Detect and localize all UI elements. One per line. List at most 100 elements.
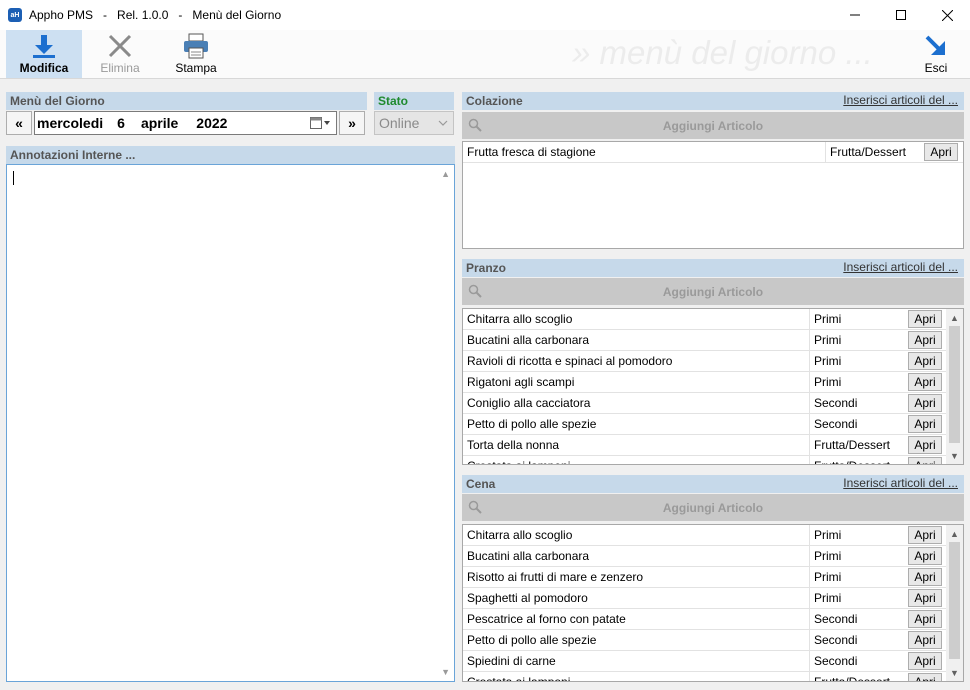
apri-button[interactable]: Apri [908, 568, 942, 586]
scroll-down-icon[interactable]: ▼ [946, 447, 963, 464]
next-day-button[interactable]: » [339, 111, 365, 135]
apri-button[interactable]: Apri [908, 631, 942, 649]
scroll-thumb[interactable] [949, 542, 960, 659]
date-year: 2022 [196, 115, 228, 131]
apri-button[interactable]: Apri [908, 526, 942, 544]
elimina-label: Elimina [100, 61, 140, 75]
apri-button[interactable]: Apri [908, 589, 942, 607]
stato-select[interactable]: Online [374, 111, 454, 135]
stato-value: Online [379, 115, 420, 131]
scroll-down-icon[interactable]: ▼ [946, 664, 963, 681]
list-item[interactable]: Bucatini alla carbonara Primi Apri [463, 330, 963, 351]
window-title: Appho PMS - Rel. 1.0.0 - Menù del Giorno [29, 8, 282, 22]
colazione-add-article-bar[interactable]: Aggiungi Articolo [462, 112, 964, 139]
colazione-add-article-label: Aggiungi Articolo [662, 118, 764, 133]
apri-button[interactable]: Apri [908, 310, 942, 328]
item-category: Primi [809, 372, 841, 392]
date-month: aprile [140, 115, 179, 131]
prev-day-button[interactable]: « [6, 111, 32, 135]
colazione-inserisci-link[interactable]: Inserisci articoli del ... [843, 93, 958, 107]
esci-button[interactable]: Esci [904, 30, 968, 78]
toolbar: Modifica Elimina Stampa » menù del giorn… [0, 30, 970, 79]
stato-header: Stato [374, 92, 454, 110]
item-category: Primi [809, 567, 841, 587]
pranzo-header: Pranzo Inserisci articoli del ... [462, 259, 964, 277]
cena-add-article-bar[interactable]: Aggiungi Articolo [462, 494, 964, 521]
scroll-up-icon[interactable]: ▲ [946, 525, 963, 542]
item-name: Crostata ai lamponi [467, 459, 570, 464]
item-name: Rigatoni agli scampi [467, 375, 575, 389]
scroll-down-icon[interactable]: ▼ [441, 667, 450, 677]
cena-inserisci-link[interactable]: Inserisci articoli del ... [843, 476, 958, 490]
page-watermark: » menù del giorno ... [572, 34, 873, 71]
minimize-icon [850, 14, 860, 16]
cena-header: Cena Inserisci articoli del ... [462, 475, 964, 493]
close-window-button[interactable] [924, 0, 970, 30]
list-item[interactable]: Frutta fresca di stagione Frutta/Dessert A… [463, 142, 963, 163]
list-item[interactable]: Spaghetti al pomodoro Primi Apri [463, 588, 963, 609]
date-picker[interactable]: mercoledi 6 aprile 2022 [34, 111, 337, 135]
scroll-thumb[interactable] [949, 326, 960, 443]
magnifier-icon [468, 284, 482, 298]
item-category: Primi [809, 309, 841, 329]
item-name: Crostata ai lamponi [467, 675, 571, 682]
date-day: 6 [117, 115, 125, 131]
modifica-button[interactable]: Modifica [6, 30, 82, 78]
vertical-scrollbar[interactable]: ▲ ▼ [946, 525, 963, 681]
item-name: Risotto ai frutti di mare e zenzero [467, 570, 644, 584]
list-item[interactable]: Chitarra allo scoglio Primi Apri [463, 525, 963, 546]
stampa-button[interactable]: Stampa [158, 30, 234, 78]
magnifier-icon [468, 118, 482, 132]
pranzo-inserisci-link[interactable]: Inserisci articoli del ... [843, 260, 958, 274]
apri-button[interactable]: Apri [924, 143, 958, 161]
apri-button[interactable]: Apri [908, 652, 942, 670]
maximize-button[interactable] [878, 0, 924, 30]
scroll-up-icon[interactable]: ▲ [441, 169, 450, 179]
annotazioni-textarea[interactable]: ▲ ▼ [6, 164, 455, 682]
list-item[interactable]: Ravioli di ricotta e spinaci al pomodoro… [463, 351, 963, 372]
list-item[interactable]: Spiedini di carne Secondi Apri [463, 651, 963, 672]
list-item[interactable]: Risotto ai frutti di mare e zenzero Primi… [463, 567, 963, 588]
pranzo-list: Chitarra allo scoglio Primi Apri Bucatini a… [462, 308, 964, 465]
item-category: Secondi [809, 609, 857, 629]
list-item[interactable]: Petto di pollo alle spezie Secondi Apri [463, 630, 963, 651]
list-item[interactable]: Crostata ai lamponi Frutta/Dessert Apri [463, 456, 963, 464]
pranzo-add-article-bar[interactable]: Aggiungi Articolo [462, 278, 964, 305]
apri-button[interactable]: Apri [908, 457, 942, 464]
apri-button[interactable]: Apri [908, 373, 942, 391]
list-item[interactable]: Petto di pollo alle spezie Secondi Apri [463, 414, 963, 435]
item-category: Secondi [809, 393, 857, 413]
elimina-button[interactable]: Elimina [82, 30, 158, 78]
minimize-button[interactable] [832, 0, 878, 30]
modifica-label: Modifica [19, 61, 69, 75]
apri-button[interactable]: Apri [908, 547, 942, 565]
list-item[interactable]: Crostata ai lamponi Frutta/Dessert Apri [463, 672, 963, 682]
apri-button[interactable]: Apri [908, 610, 942, 628]
magnifier-icon [468, 500, 482, 514]
stampa-label: Stampa [175, 61, 217, 75]
cena-list: Chitarra allo scoglio Primi Apri Bucatini a… [462, 524, 964, 682]
list-item[interactable]: Pescatrice al forno con patate Secondi Apr… [463, 609, 963, 630]
vertical-scrollbar[interactable]: ▲ ▼ [946, 309, 963, 464]
colazione-header: Colazione Inserisci articoli del ... [462, 92, 964, 110]
item-category: Frutta/Dessert [809, 435, 890, 455]
apri-button[interactable]: Apri [908, 673, 942, 681]
apri-button[interactable]: Apri [908, 415, 942, 433]
scroll-up-icon[interactable]: ▲ [946, 309, 963, 326]
chevron-down-icon [438, 120, 448, 126]
apri-button[interactable]: Apri [908, 352, 942, 370]
list-item[interactable]: Coniglio alla cacciatora Secondi Apri [463, 393, 963, 414]
item-category: Frutta/Dessert [809, 456, 890, 464]
apri-button[interactable]: Apri [908, 436, 942, 454]
list-item[interactable]: Bucatini alla carbonara Primi Apri [463, 546, 963, 567]
list-item[interactable]: Chitarra allo scoglio Primi Apri [463, 309, 963, 330]
calendar-icon[interactable] [310, 116, 332, 130]
list-item[interactable]: Torta della nonna Frutta/Dessert Apri [463, 435, 963, 456]
item-category: Frutta/Dessert [825, 142, 906, 162]
list-item[interactable]: Rigatoni agli scampi Primi Apri [463, 372, 963, 393]
apri-button[interactable]: Apri [908, 331, 942, 349]
item-name: Bucatini alla carbonara [467, 549, 590, 563]
item-category: Secondi [809, 651, 857, 671]
cena-add-article-label: Aggiungi Articolo [662, 500, 764, 515]
apri-button[interactable]: Apri [908, 394, 942, 412]
